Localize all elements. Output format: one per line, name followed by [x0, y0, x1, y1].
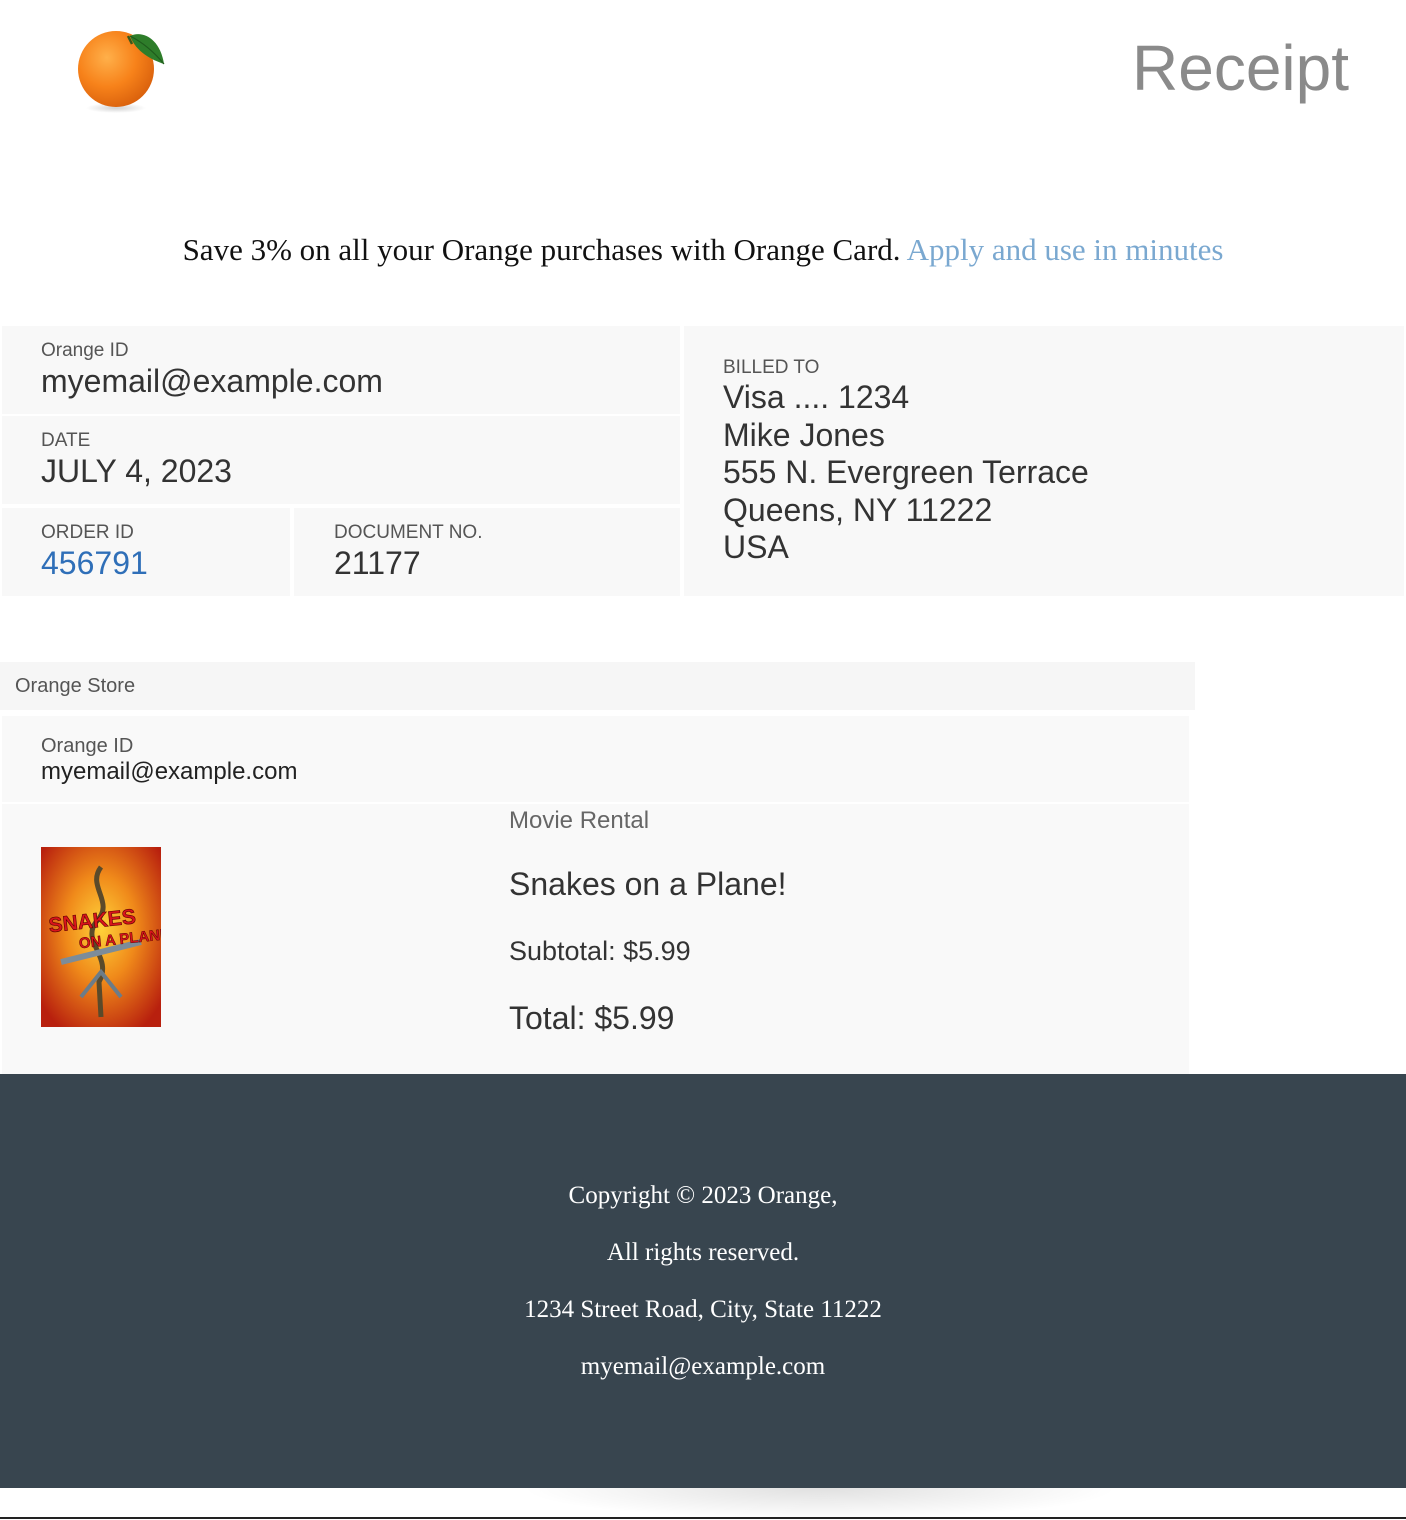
store-orange-id-value: myemail@example.com — [41, 758, 298, 785]
billed-to-label: BILLED TO — [723, 357, 820, 378]
billed-to-cell: BILLED TO Visa .... 1234 Mike Jones 555 … — [684, 326, 1404, 596]
document-no-value: 21177 — [334, 545, 421, 581]
document-no-cell: DOCUMENT NO. 21177 — [294, 508, 680, 596]
document-no-label: DOCUMENT NO. — [334, 522, 483, 543]
billed-street: 555 N. Evergreen Terrace — [723, 454, 1089, 490]
purchase-item: SNAKES ON A PLANE Movie Rental Snakes on… — [2, 804, 1189, 1074]
footer-email[interactable]: myemail@example.com — [0, 1352, 1406, 1382]
store-orange-id-label: Orange ID — [41, 735, 134, 757]
bottom-divider — [0, 1517, 1406, 1519]
receipt-info-panel: Orange ID myemail@example.com DATE JULY … — [0, 326, 1404, 596]
store-name: Orange Store — [0, 662, 1195, 710]
date-cell: DATE JULY 4, 2023 — [2, 416, 680, 504]
order-id-cell: ORDER ID 456791 — [2, 508, 290, 596]
apply-orange-card-link[interactable]: Apply and use in minutes — [907, 232, 1224, 267]
orange-logo-icon — [78, 31, 165, 113]
footer-copyright: Copyright © 2023 Orange, — [568, 1182, 838, 1209]
orange-id-cell: Orange ID myemail@example.com — [2, 326, 680, 414]
item-total: Total: $5.99 — [509, 1000, 675, 1036]
orange-id-label: Orange ID — [41, 340, 129, 361]
promo-text: Save 3% on all your Orange purchases wit… — [182, 232, 901, 267]
order-id-link[interactable]: 456791 — [41, 544, 290, 582]
billed-card: Visa .... 1234 — [723, 379, 910, 415]
page-title: Receipt — [1132, 32, 1349, 104]
billed-name: Mike Jones — [723, 416, 885, 453]
item-type: Movie Rental — [509, 807, 650, 834]
item-title: Snakes on a Plane! — [509, 866, 787, 902]
date-value: JULY 4, 2023 — [41, 453, 232, 489]
billed-city: Queens, NY 11222 — [723, 491, 993, 528]
footer-address: 1234 Street Road, City, State 11222 — [524, 1296, 882, 1323]
item-subtotal: Subtotal: $5.99 — [509, 936, 691, 966]
footer-rights: All rights reserved. — [606, 1239, 800, 1266]
footer: Copyright © 2023 Orange, All rights rese… — [0, 1074, 1406, 1488]
billed-country: USA — [723, 529, 789, 565]
orange-id-value: myemail@example.com — [41, 363, 383, 399]
promo-banner: Save 3% on all your Orange purchases wit… — [0, 228, 1406, 272]
store-account-panel: Orange ID myemail@example.com — [2, 716, 1189, 802]
movie-poster-image: SNAKES ON A PLANE — [41, 847, 161, 1027]
bottom-shadow — [520, 1488, 1120, 1520]
order-id-label: ORDER ID — [41, 522, 134, 543]
date-label: DATE — [41, 430, 91, 451]
